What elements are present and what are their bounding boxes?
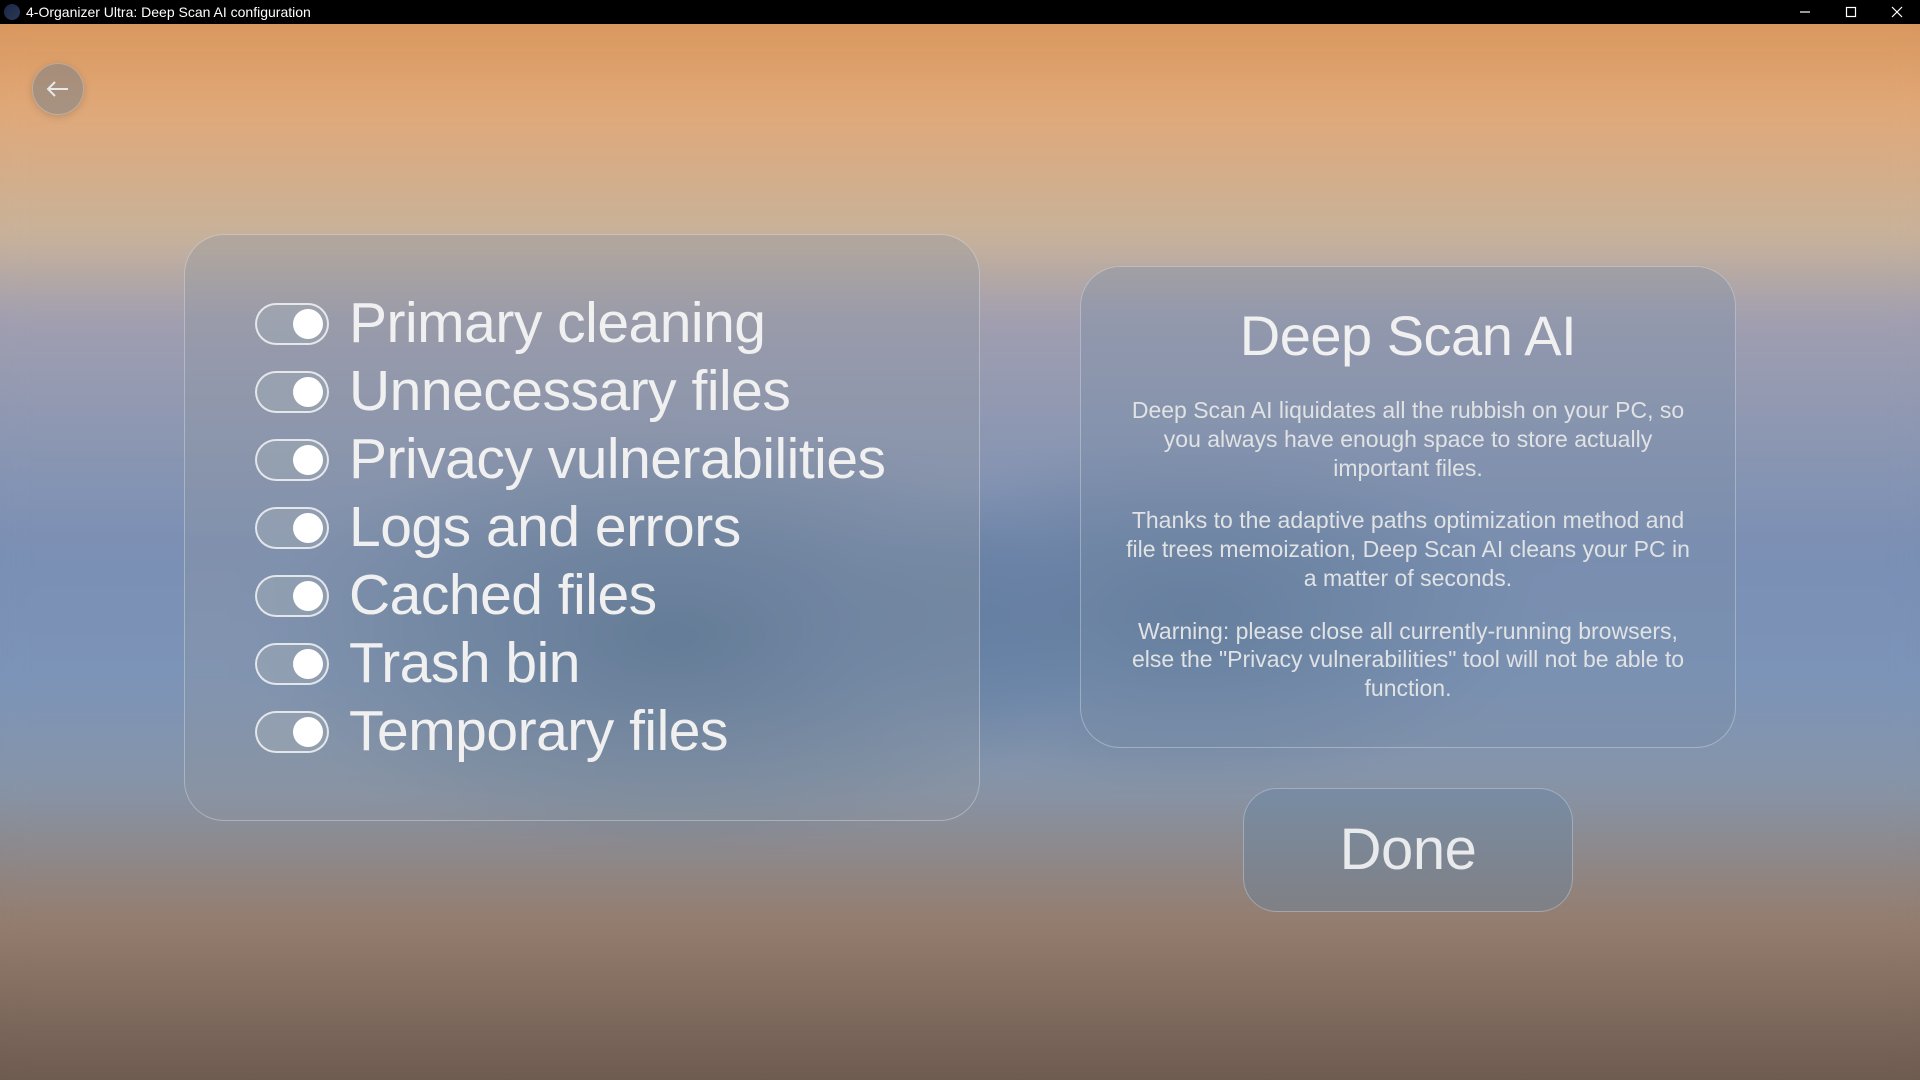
toggle-temporary-files[interactable] bbox=[255, 711, 329, 753]
option-label: Cached files bbox=[349, 567, 657, 624]
toggle-logs-and-errors[interactable] bbox=[255, 507, 329, 549]
option-cached-files: Cached files bbox=[255, 567, 909, 624]
toggle-primary-cleaning[interactable] bbox=[255, 303, 329, 345]
window-title: 4-Organizer Ultra: Deep Scan AI configur… bbox=[26, 4, 311, 20]
option-trash-bin: Trash bin bbox=[255, 635, 909, 692]
info-paragraph: Thanks to the adaptive paths optimizatio… bbox=[1125, 506, 1691, 592]
app-icon bbox=[4, 4, 20, 20]
close-button[interactable] bbox=[1874, 0, 1920, 24]
option-unnecessary-files: Unnecessary files bbox=[255, 363, 909, 420]
option-label: Temporary files bbox=[349, 703, 728, 760]
toggle-knob-icon bbox=[293, 581, 323, 611]
option-label: Privacy vulnerabilities bbox=[349, 431, 886, 488]
titlebar: 4-Organizer Ultra: Deep Scan AI configur… bbox=[0, 0, 1920, 24]
toggle-knob-icon bbox=[293, 445, 323, 475]
info-panel: Deep Scan AI Deep Scan AI liquidates all… bbox=[1080, 266, 1736, 748]
done-button[interactable]: Done bbox=[1243, 788, 1573, 912]
option-label: Primary cleaning bbox=[349, 295, 766, 352]
info-paragraph: Deep Scan AI liquidates all the rubbish … bbox=[1125, 396, 1691, 482]
option-privacy-vulnerabilities: Privacy vulnerabilities bbox=[255, 431, 909, 488]
option-temporary-files: Temporary files bbox=[255, 703, 909, 760]
maximize-button[interactable] bbox=[1828, 0, 1874, 24]
toggle-knob-icon bbox=[293, 377, 323, 407]
info-title: Deep Scan AI bbox=[1125, 303, 1691, 368]
option-primary-cleaning: Primary cleaning bbox=[255, 295, 909, 352]
option-label: Unnecessary files bbox=[349, 363, 790, 420]
minimize-button[interactable] bbox=[1782, 0, 1828, 24]
option-logs-and-errors: Logs and errors bbox=[255, 499, 909, 556]
main-content: Primary cleaning Unnecessary files Priva… bbox=[0, 24, 1920, 1080]
options-panel: Primary cleaning Unnecessary files Priva… bbox=[184, 234, 980, 821]
toggle-knob-icon bbox=[293, 513, 323, 543]
option-label: Logs and errors bbox=[349, 499, 741, 556]
toggle-privacy-vulnerabilities[interactable] bbox=[255, 439, 329, 481]
toggle-trash-bin[interactable] bbox=[255, 643, 329, 685]
toggle-knob-icon bbox=[293, 309, 323, 339]
toggle-unnecessary-files[interactable] bbox=[255, 371, 329, 413]
toggle-knob-icon bbox=[293, 649, 323, 679]
toggle-cached-files[interactable] bbox=[255, 575, 329, 617]
option-label: Trash bin bbox=[349, 635, 580, 692]
toggle-knob-icon bbox=[293, 717, 323, 747]
done-button-label: Done bbox=[1340, 816, 1477, 883]
info-body: Deep Scan AI liquidates all the rubbish … bbox=[1125, 396, 1691, 703]
info-paragraph: Warning: please close all currently-runn… bbox=[1125, 617, 1691, 703]
